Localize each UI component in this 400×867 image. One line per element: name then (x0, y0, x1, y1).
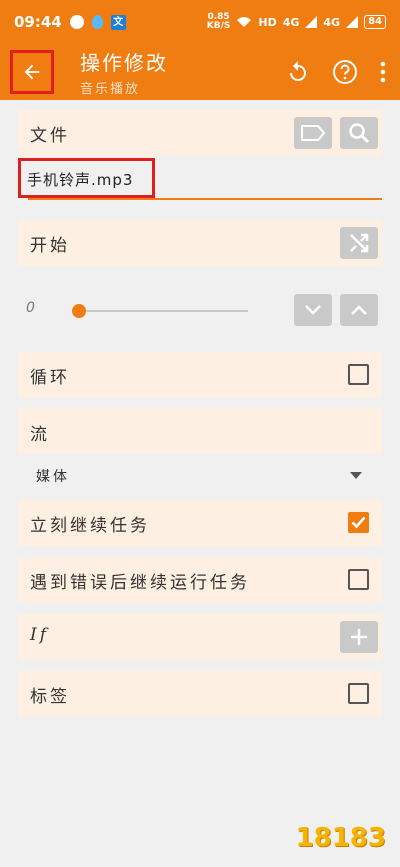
tag-row[interactable]: 标签 (18, 671, 382, 717)
slider-value: 0 (26, 300, 35, 316)
plus-icon (351, 629, 367, 645)
page-subtitle: 音乐播放 (80, 82, 141, 97)
help-icon[interactable] (332, 59, 358, 85)
hd-indicator: HD (258, 15, 277, 29)
continue-now-row[interactable]: 立刻继续任务 (18, 500, 382, 546)
search-icon (349, 123, 370, 144)
tag-label: 标签 (30, 687, 70, 707)
back-button[interactable] (10, 50, 54, 94)
loop-label: 循环 (30, 368, 70, 388)
page-title: 操作修改 (80, 51, 168, 75)
search-button[interactable] (340, 117, 378, 149)
start-row: 开始 (18, 220, 382, 266)
if-label: If (30, 625, 50, 645)
signal-bars-icon (305, 16, 318, 28)
stream-value: 媒体 (36, 469, 70, 485)
signal-1: 4G (282, 15, 300, 29)
checkmark-icon (351, 516, 366, 529)
wifi-icon (237, 17, 252, 27)
arrow-left-icon (24, 64, 40, 80)
stream-row: 流 (18, 408, 382, 454)
start-slider-row: 0 (18, 288, 382, 332)
watermark-logo: 18183 (295, 823, 386, 853)
tag-checkbox[interactable] (348, 683, 369, 704)
notification-drop-icon (91, 15, 103, 29)
chevron-up-icon (351, 305, 367, 315)
if-row: If (18, 614, 382, 660)
continue-on-error-row[interactable]: 遇到错误后继续运行任务 (18, 557, 382, 603)
file-label: 文件 (30, 126, 70, 146)
continue-now-label: 立刻继续任务 (30, 516, 150, 536)
signal-2: 4G (323, 15, 341, 29)
battery-level: 84 (364, 15, 386, 29)
more-vert-icon[interactable] (380, 61, 386, 83)
decrease-button[interactable] (294, 294, 332, 326)
file-input-area: 手机铃声.mp3 (18, 158, 382, 202)
status-time: 09:44 (14, 13, 62, 31)
chevron-down-icon (305, 305, 321, 315)
status-bar: 09:44 文 0.85 KB/S HD 4G 4G 84 (0, 0, 400, 44)
signal-bars-icon-2 (346, 16, 359, 28)
continue-on-error-checkbox[interactable] (348, 569, 369, 590)
app-bar: 操作修改 音乐播放 (0, 44, 400, 100)
shuffle-button[interactable] (340, 227, 378, 259)
label-tag-icon (301, 125, 326, 141)
increase-button[interactable] (340, 294, 378, 326)
file-input-underline (28, 198, 382, 200)
notification-app-icon (69, 15, 84, 29)
start-label: 开始 (30, 236, 70, 256)
continue-now-checkbox[interactable] (348, 512, 369, 533)
loop-row[interactable]: 循环 (18, 352, 382, 398)
file-row: 文件 (18, 110, 382, 156)
shuffle-icon (350, 233, 369, 253)
dropdown-caret-icon (350, 472, 362, 479)
tag-button[interactable] (294, 117, 332, 149)
net-speed: 0.85 KB/S (206, 12, 231, 31)
add-condition-button[interactable] (340, 621, 378, 653)
stream-select[interactable]: 媒体 (18, 460, 382, 494)
notification-doc-icon: 文 (110, 14, 126, 30)
undo-icon[interactable] (286, 60, 310, 84)
loop-checkbox[interactable] (348, 364, 369, 385)
file-input[interactable]: 手机铃声.mp3 (18, 158, 155, 198)
slider-thumb[interactable] (72, 304, 86, 318)
slider-track[interactable] (78, 310, 248, 312)
stream-label: 流 (30, 425, 50, 445)
continue-on-error-label: 遇到错误后继续运行任务 (30, 573, 250, 593)
